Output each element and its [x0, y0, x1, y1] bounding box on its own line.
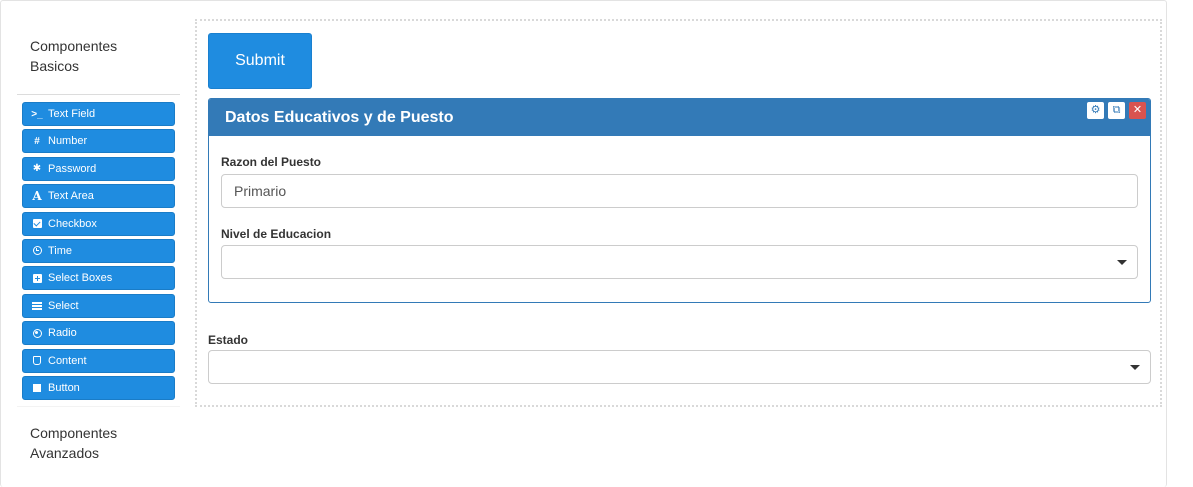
razon-del-puesto-input[interactable] [221, 174, 1138, 208]
component-select-boxes[interactable]: Select Boxes [22, 266, 175, 291]
submit-button[interactable]: Submit [208, 33, 312, 89]
component-sidebar: Componentes Basicos >_ Text Field # Numb… [17, 0, 180, 487]
panel-header: Datos Educativos y de Puesto [209, 99, 1150, 136]
component-label: Select Boxes [48, 272, 113, 285]
stop-icon [31, 382, 43, 394]
nivel-de-educacion-select[interactable] [221, 245, 1138, 279]
component-password[interactable]: ✱ Password [22, 156, 175, 181]
group-divider [17, 406, 180, 407]
check-square-icon [31, 218, 43, 230]
component-label: Text Area [48, 190, 94, 203]
gear-icon[interactable]: ⚙ [1087, 102, 1104, 119]
copy-icon[interactable]: ⧉ [1108, 102, 1125, 119]
component-label: Time [48, 244, 73, 257]
component-text-area[interactable]: A Text Area [22, 184, 175, 209]
caret-down-icon [1130, 365, 1140, 370]
html5-icon [31, 355, 43, 367]
panel-datos-educativos[interactable]: Datos Educativos y de Puesto ⚙ ⧉ ✕ Razon… [208, 98, 1151, 303]
panel-tools: ⚙ ⧉ ✕ [1087, 102, 1146, 119]
component-number[interactable]: # Number [22, 129, 175, 154]
estado-label: Estado [208, 333, 249, 347]
component-radio[interactable]: Radio [22, 321, 175, 346]
plus-square-icon [31, 272, 43, 284]
terminal-icon: >_ [31, 108, 43, 120]
component-content[interactable]: Content [22, 348, 175, 373]
hash-icon: # [34, 135, 40, 147]
dot-circle-icon [31, 327, 43, 339]
estado-select[interactable] [208, 350, 1151, 384]
caret-down-icon [1117, 260, 1127, 265]
component-label: Radio [48, 327, 77, 340]
font-icon: A [32, 189, 42, 204]
razon-del-puesto-label: Razon del Puesto [221, 155, 322, 169]
group-divider [17, 94, 180, 95]
basic-components-list: >_ Text Field # Number ✱ Password A Text… [22, 102, 175, 403]
component-label: Button [48, 381, 80, 394]
list-icon [31, 300, 43, 312]
component-select[interactable]: Select [22, 293, 175, 318]
clock-icon [31, 245, 43, 257]
component-time[interactable]: Time [22, 238, 175, 263]
component-button[interactable]: Button [22, 375, 175, 400]
component-checkbox[interactable]: Checkbox [22, 211, 175, 236]
component-label: Number [48, 135, 88, 148]
component-label: Password [48, 162, 97, 175]
component-label: Checkbox [48, 217, 97, 230]
component-label: Text Field [48, 108, 96, 120]
close-icon[interactable]: ✕ [1129, 102, 1146, 119]
basic-components-title[interactable]: Componentes Basicos [30, 36, 140, 76]
component-label: Select [48, 299, 79, 312]
form-builder-dropzone[interactable]: Submit Datos Educativos y de Puesto ⚙ ⧉ … [195, 19, 1162, 407]
asterisk-icon: ✱ [32, 163, 42, 175]
component-text-field[interactable]: >_ Text Field [22, 102, 175, 126]
advanced-components-title[interactable]: Componentes Avanzados [30, 423, 140, 463]
component-label: Content [48, 354, 87, 367]
nivel-de-educacion-label: Nivel de Educacion [221, 227, 332, 241]
panel-title: Datos Educativos y de Puesto [225, 108, 454, 126]
